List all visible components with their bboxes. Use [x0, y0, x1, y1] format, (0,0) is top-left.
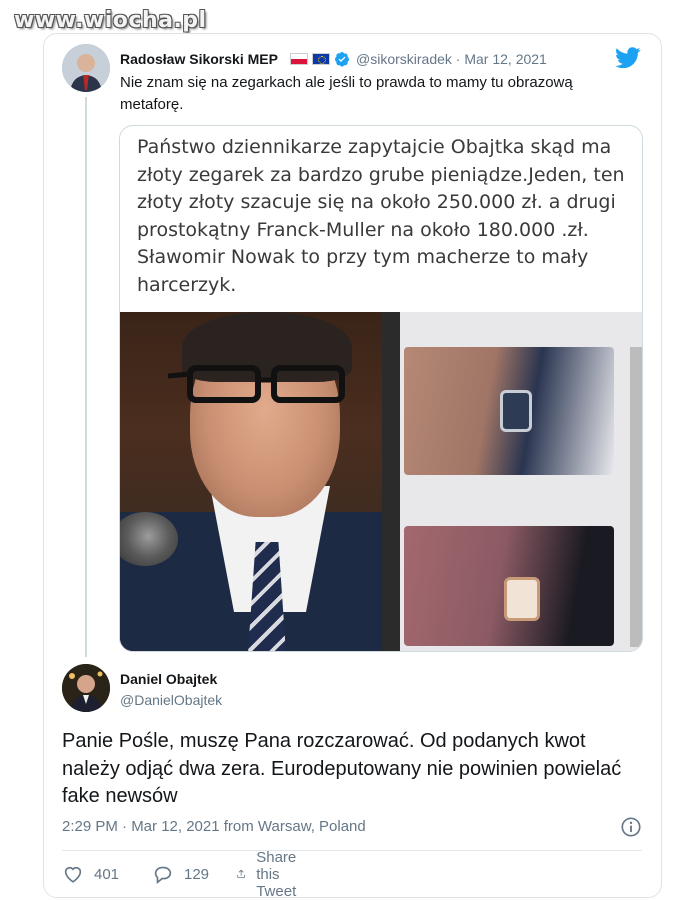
divider	[382, 312, 400, 651]
avatar-photo-icon	[62, 664, 110, 712]
like-count: 401	[94, 865, 120, 883]
like-button[interactable]: 401	[62, 862, 119, 886]
twitter-bird-icon[interactable]	[615, 47, 641, 69]
eu-flag-icon	[312, 53, 330, 65]
tweet-text: Panie Pośle, muszę Pana rozczarować. Od …	[62, 730, 622, 807]
embedded-image[interactable]: Państwo dziennikarze zapytajcie Obajtka …	[119, 125, 643, 652]
avatar-photo-icon	[62, 44, 110, 92]
watch-icon	[500, 390, 532, 432]
reply-button[interactable]: 129	[152, 862, 209, 886]
author-name[interactable]: Daniel Obajtek	[120, 671, 217, 687]
divider	[630, 347, 642, 647]
tweet-timestamp[interactable]: 2:29 PM · Mar 12, 2021 from Warsaw, Pola…	[62, 818, 366, 835]
avatar[interactable]	[62, 664, 110, 712]
share-button[interactable]: Share this Tweet	[236, 849, 308, 900]
info-icon[interactable]	[620, 816, 642, 838]
portrait-photo	[120, 312, 382, 651]
verified-badge-icon	[335, 52, 349, 67]
share-icon	[237, 869, 245, 878]
embedded-image-text: Państwo dziennikarze zapytajcie Obajtka …	[137, 136, 625, 296]
author-handle[interactable]: @DanielObajtek	[120, 692, 222, 708]
reply-icon	[154, 866, 172, 884]
thread-line	[85, 97, 87, 657]
watermark: www.wiocha.pl	[14, 8, 207, 33]
avatar[interactable]	[62, 44, 110, 92]
watch-icon	[504, 577, 540, 621]
heart-icon	[64, 866, 82, 883]
handle-date[interactable]: @sikorskiradek · Mar 12, 2021	[356, 51, 547, 67]
divider	[62, 850, 642, 851]
reply-count: 129	[184, 865, 210, 883]
author-name[interactable]: Radosław Sikorski MEP	[120, 51, 278, 67]
poland-flag-icon	[290, 53, 308, 65]
share-label: Share this Tweet	[256, 848, 297, 900]
tweet-text: Nie znam się na zegarkach ale jeśli to p…	[120, 74, 573, 113]
watch-photos	[382, 312, 642, 651]
glasses-icon	[168, 365, 345, 403]
